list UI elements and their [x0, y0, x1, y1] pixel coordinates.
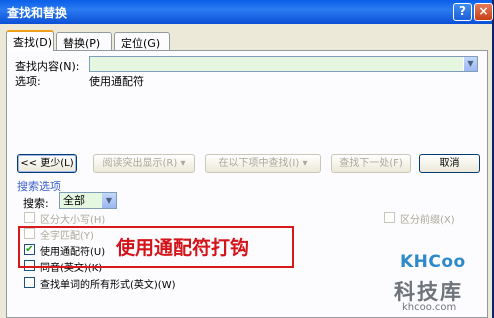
close-button[interactable]: × [474, 3, 493, 21]
options-label: 选项: [15, 75, 41, 88]
match-case-checkbox[interactable] [24, 212, 35, 223]
annotation-text: 使用通配符打钩 [116, 237, 250, 259]
watermark-logo: KHCoo [400, 252, 466, 272]
tab-goto[interactable]: 定位(G) [114, 32, 170, 50]
all-word-forms-checkbox[interactable] [24, 277, 35, 288]
match-prefix-checkbox[interactable] [384, 212, 395, 223]
tab-replace[interactable]: 替换(P) [56, 32, 112, 50]
tab-find[interactable]: 查找(D) [6, 30, 54, 51]
title-bar: 查找和替换 ? × [0, 0, 493, 24]
chevron-down-icon[interactable]: ▼ [102, 193, 116, 208]
find-what-label: 查找内容(N): [15, 60, 80, 73]
window-title: 查找和替换 [7, 6, 68, 20]
match-case-label: 区分大小写(H) [40, 215, 106, 226]
help-button[interactable]: ? [453, 3, 472, 21]
all-word-forms-label: 查找单词的所有形式(英文)(W) [40, 280, 176, 291]
search-direction-value: 全部 [63, 194, 85, 207]
search-label: 搜索: [23, 197, 49, 210]
find-next-button[interactable]: 查找下一处(F) [331, 154, 411, 173]
find-replace-dialog: 查找和替换 ? × 查找(D) 替换(P) 定位(G) 查找内容(N): ▼ 选… [0, 0, 494, 318]
less-button[interactable]: << 更少(L) [17, 154, 77, 173]
search-direction-select[interactable]: 全部 ▼ [59, 192, 117, 209]
find-in-button[interactable]: 在以下项中查找(I) ▾ [205, 154, 321, 173]
search-options-title: 搜索选项 [17, 180, 61, 193]
watermark-url: khcoo.com [402, 302, 457, 313]
options-value: 使用通配符 [89, 75, 144, 88]
cancel-button[interactable]: 取消 [419, 154, 480, 173]
chevron-down-icon[interactable]: ▼ [463, 57, 477, 71]
match-prefix-label: 区分前缀(X) [400, 215, 455, 226]
find-what-input[interactable]: ▼ [89, 56, 478, 72]
watermark: KHCoo 科技库 khcoo.com [384, 238, 488, 318]
reading-highlight-button[interactable]: 阅读突出显示(R) ▾ [93, 154, 195, 173]
